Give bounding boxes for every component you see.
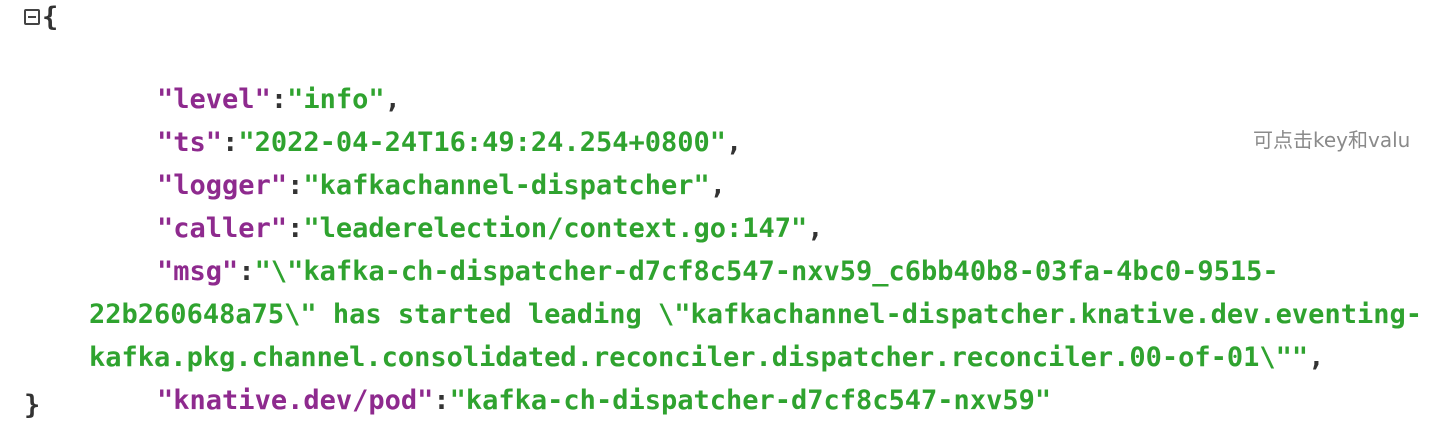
json-entry-caller: "caller":"leaderelection/context.go:147"… [0,175,824,244]
json-value-wrap-line-3: kafka.pkg.channel.consolidated.reconcile… [24,304,1324,373]
json-viewer: { "level":"info", "ts":"2022-04-24T16:49… [0,0,1442,428]
colon: : [433,385,450,416]
comma: , [726,127,743,158]
json-value-wrap-line-2: 22b260648a75\" has started leading \"kaf… [24,261,1422,330]
json-entry-ts: "ts":"2022-04-24T16:49:24.254+0800", [0,89,742,158]
comma: , [1308,342,1325,373]
collapse-toggle-icon[interactable] [24,9,40,25]
click-hint-text: 可点击key和valu [1253,128,1411,152]
close-brace: } [24,390,41,421]
json-key[interactable]: "knative.dev/pod" [157,385,433,416]
json-entry-knative-pod: "knative.dev/pod":"kafka-ch-dispatcher-d… [0,347,1051,416]
json-entry-logger: "logger":"kafkachannel-dispatcher", [0,132,726,201]
open-brace: { [42,2,59,33]
json-entry-level: "level":"info", [0,46,401,115]
json-value[interactable]: "kafka-ch-dispatcher-d7cf8c547-nxv59" [450,385,1051,416]
json-entry-msg: "msg":"\"kafka-ch-dispatcher-d7cf8c547-n… [0,218,1279,287]
